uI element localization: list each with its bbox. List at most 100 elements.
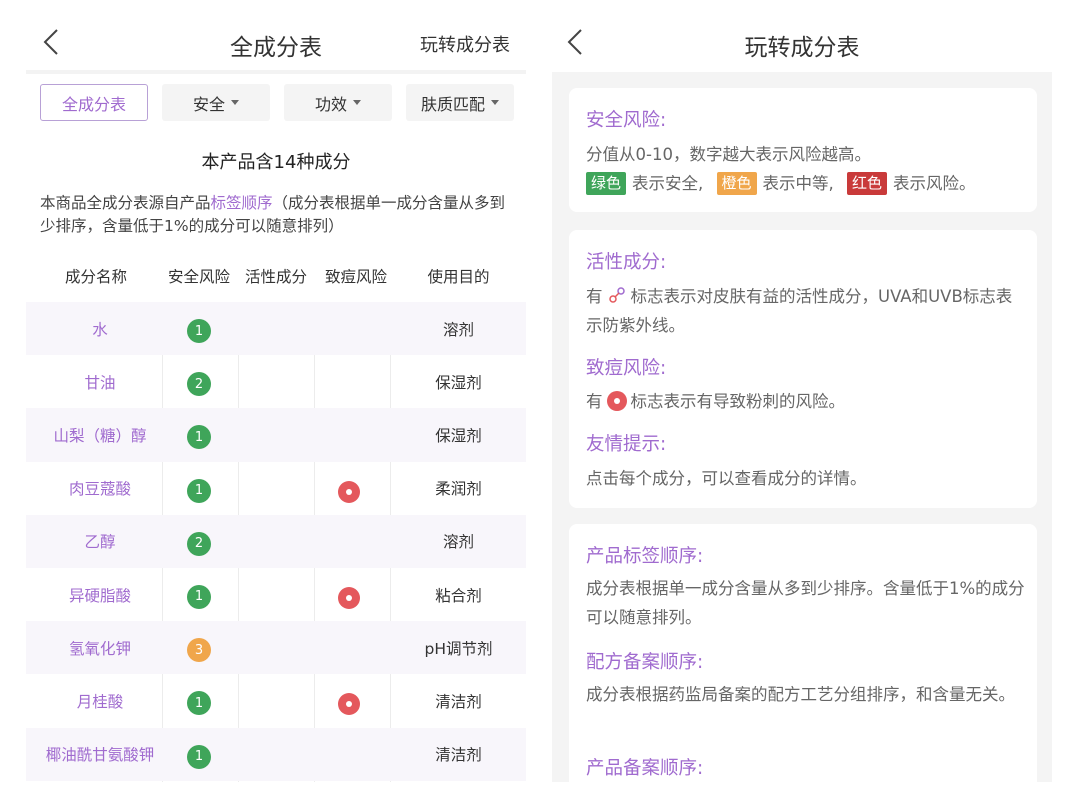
filter-all-ingredients[interactable]: 全成分表: [40, 84, 148, 121]
safety-score-badge: 1: [187, 691, 211, 716]
product-order-heading: 产品备案顺序:: [586, 758, 704, 779]
ingredient-purpose: 清洁剂: [435, 692, 482, 711]
table-row[interactable]: 月桂酸 1 清洁剂: [26, 674, 526, 727]
safety-heading: 安全风险:: [586, 110, 667, 131]
ingredient-name[interactable]: 椰油酰甘氨酸钾: [26, 728, 174, 781]
caret-down-icon: [353, 100, 361, 105]
col-purpose: 使用目的: [427, 268, 490, 286]
header: 全成分表 玩转成分表: [0, 0, 540, 72]
formula-order-heading: 配方备案顺序:: [586, 652, 704, 673]
acne-heading: 致痘风险:: [586, 358, 667, 379]
orange-tag: 橙色: [716, 172, 757, 195]
order-card: 产品标签顺序: 成分表根据单一成分含量从多到少排序。含量低于1%的成分可以随意排…: [569, 524, 1037, 782]
filter-label: 功效: [314, 94, 347, 114]
acne-risk-icon: [338, 586, 360, 609]
safety-score-badge: 2: [187, 372, 211, 397]
ingredient-name[interactable]: 山梨（糖）醇: [26, 408, 174, 461]
formula-order-text: 成分表根据药监局备案的配方工艺分组排序，和含量无关。: [586, 685, 1015, 704]
tip-text: 点击每个成分，可以查看成分的详情。: [586, 469, 867, 488]
safety-card: 安全风险: 分值从0-10，数字越大表示风险越高。 绿色 表示安全, 橙色 表示中等…: [569, 88, 1037, 212]
ingredient-purpose: 柔润剂: [435, 480, 482, 499]
table-row[interactable]: 甘油 2 保湿剂: [26, 355, 526, 408]
tip-heading: 友情提示:: [586, 434, 667, 455]
list-description: 本商品全成分表源自产品标签顺序（成分表根据单一成分含量从多到少排序，含量低于1%…: [40, 192, 510, 238]
active-ingredient-icon: [608, 287, 625, 303]
filter-label: 全成分表: [61, 94, 126, 114]
safety-text: 分值从0-10，数字越大表示风险越高。 绿色 表示安全, 橙色 表示中等, 红色 表示…: [586, 140, 1026, 198]
ingredient-purpose: pH调节剂: [424, 639, 493, 658]
ingredient-table: 水 1 溶剂 甘油 2 保湿剂 山梨（糖）醇 1 保湿剂 肉豆蔻酸 1 柔润剂 乙醇 2 溶剂 异硬脂酸 1 粘合…: [26, 302, 526, 781]
acne-risk-icon: [338, 693, 360, 716]
safety-score-badge: 2: [187, 531, 211, 556]
orange-text: 表示中等,: [762, 174, 834, 193]
safety-score-badge: 3: [187, 638, 211, 663]
filter-label: 肤质匹配: [420, 94, 485, 114]
safety-score-badge: 1: [187, 319, 211, 343]
ingredient-purpose: 溶剂: [442, 533, 474, 552]
acne-pre: 有: [586, 392, 603, 411]
table-row[interactable]: 氢氧化钾 3 pH调节剂: [26, 621, 526, 675]
red-tag: 红色: [847, 172, 888, 195]
filter-efficacy-dropdown[interactable]: 功效: [284, 84, 392, 121]
safety-score-badge: 1: [187, 744, 211, 769]
safety-line-1: 分值从0-10，数字越大表示风险越高。: [586, 145, 871, 164]
acne-post: 标志表示有导致粉刺的风险。: [630, 392, 846, 411]
filter-skin-match-dropdown[interactable]: 肤质匹配: [406, 84, 514, 121]
caret-down-icon: [491, 100, 499, 105]
ingredient-list-screen: 全成分表 玩转成分表 全成分表 安全 功效 肤质匹配 本产品含14种成分 本商品…: [0, 0, 540, 810]
label-order-link[interactable]: 标签顺序: [211, 194, 273, 212]
safety-score-badge: 1: [187, 425, 211, 450]
ingredient-purpose: 粘合剂: [435, 586, 482, 605]
desc-prefix: 本商品全成分表源自产品: [40, 194, 211, 212]
ingredient-name[interactable]: 甘油: [26, 355, 174, 408]
filter-label: 安全: [192, 94, 225, 114]
guide-screen: 玩转成分表 安全风险: 分值从0-10，数字越大表示风险越高。 绿色 表示安全, …: [552, 0, 1080, 810]
col-acne: 致痘风险: [324, 268, 387, 286]
page-title: 玩转成分表: [744, 35, 860, 61]
ingredient-purpose: 保湿剂: [435, 426, 482, 445]
legend-card: 活性成分: 有 标志表示对皮肤有益的活性成分，UVA和UVB标志表示防紫外线。 …: [569, 230, 1037, 508]
ingredient-purpose: 溶剂: [442, 320, 474, 339]
ingredient-name[interactable]: 乙醇: [26, 515, 174, 568]
table-row[interactable]: 山梨（糖）醇 1 保湿剂: [26, 408, 526, 462]
label-order-text: 成分表根据单一成分含量从多到少排序。含量低于1%的成分可以随意排列。: [586, 579, 1025, 627]
active-post: 标志表示对皮肤有益的活性成分，UVA和UVB标志表示防紫外线。: [586, 287, 1013, 335]
green-tag: 绿色: [586, 172, 627, 195]
table-row[interactable]: 椰油酰甘氨酸钾 1 清洁剂: [26, 727, 526, 781]
ingredient-name[interactable]: 肉豆蔻酸: [26, 462, 174, 515]
active-heading: 活性成分:: [586, 252, 667, 273]
red-text: 表示风险。: [893, 174, 976, 193]
table-row[interactable]: 异硬脂酸 1 粘合剂: [26, 568, 526, 621]
safety-score-badge: 1: [187, 584, 211, 609]
filter-safety-dropdown[interactable]: 安全: [162, 84, 270, 121]
ingredient-purpose: 清洁剂: [435, 746, 482, 765]
ingredient-count: 本产品含14种成分: [201, 152, 351, 173]
acne-risk-icon: [606, 391, 627, 411]
table-row[interactable]: 乙醇 2 溶剂: [26, 514, 526, 568]
filter-bar: 全成分表 安全 功效 肤质匹配: [40, 84, 515, 122]
table-header: 成分名称 安全风险 活性成分 致痘风险 使用目的: [26, 252, 526, 300]
caret-down-icon: [231, 100, 239, 105]
ingredient-name[interactable]: 异硬脂酸: [26, 568, 174, 621]
ingredient-purpose: 保湿剂: [435, 373, 482, 392]
col-name: 成分名称: [64, 268, 127, 286]
ingredient-name[interactable]: 月桂酸: [26, 674, 174, 727]
col-active: 活性成分: [244, 268, 307, 286]
table-row[interactable]: 肉豆蔻酸 1 柔润剂: [26, 462, 526, 515]
header: 玩转成分表: [552, 0, 1080, 72]
acne-text: 有 标志表示有导致粉刺的风险。: [586, 387, 1026, 416]
col-safety: 安全风险: [167, 268, 230, 286]
guide-link[interactable]: 玩转成分表: [420, 31, 510, 57]
safety-line-2: 绿色 表示安全, 橙色 表示中等, 红色 表示风险。: [586, 169, 1026, 198]
table-row[interactable]: 水 1 溶剂: [26, 302, 526, 356]
divider: [26, 70, 526, 74]
acne-risk-icon: [338, 480, 360, 503]
guide-content: 安全风险: 分值从0-10，数字越大表示风险越高。 绿色 表示安全, 橙色 表示中等…: [552, 72, 1052, 782]
ingredient-name[interactable]: 水: [26, 302, 174, 355]
ingredient-name[interactable]: 氢氧化钾: [26, 621, 174, 674]
safety-score-badge: 1: [187, 478, 211, 503]
active-pre: 有: [586, 287, 603, 306]
label-order-heading: 产品标签顺序:: [586, 546, 704, 567]
active-text: 有 标志表示对皮肤有益的活性成分，UVA和UVB标志表示防紫外线。: [586, 282, 1026, 340]
green-text: 表示安全,: [632, 174, 704, 193]
